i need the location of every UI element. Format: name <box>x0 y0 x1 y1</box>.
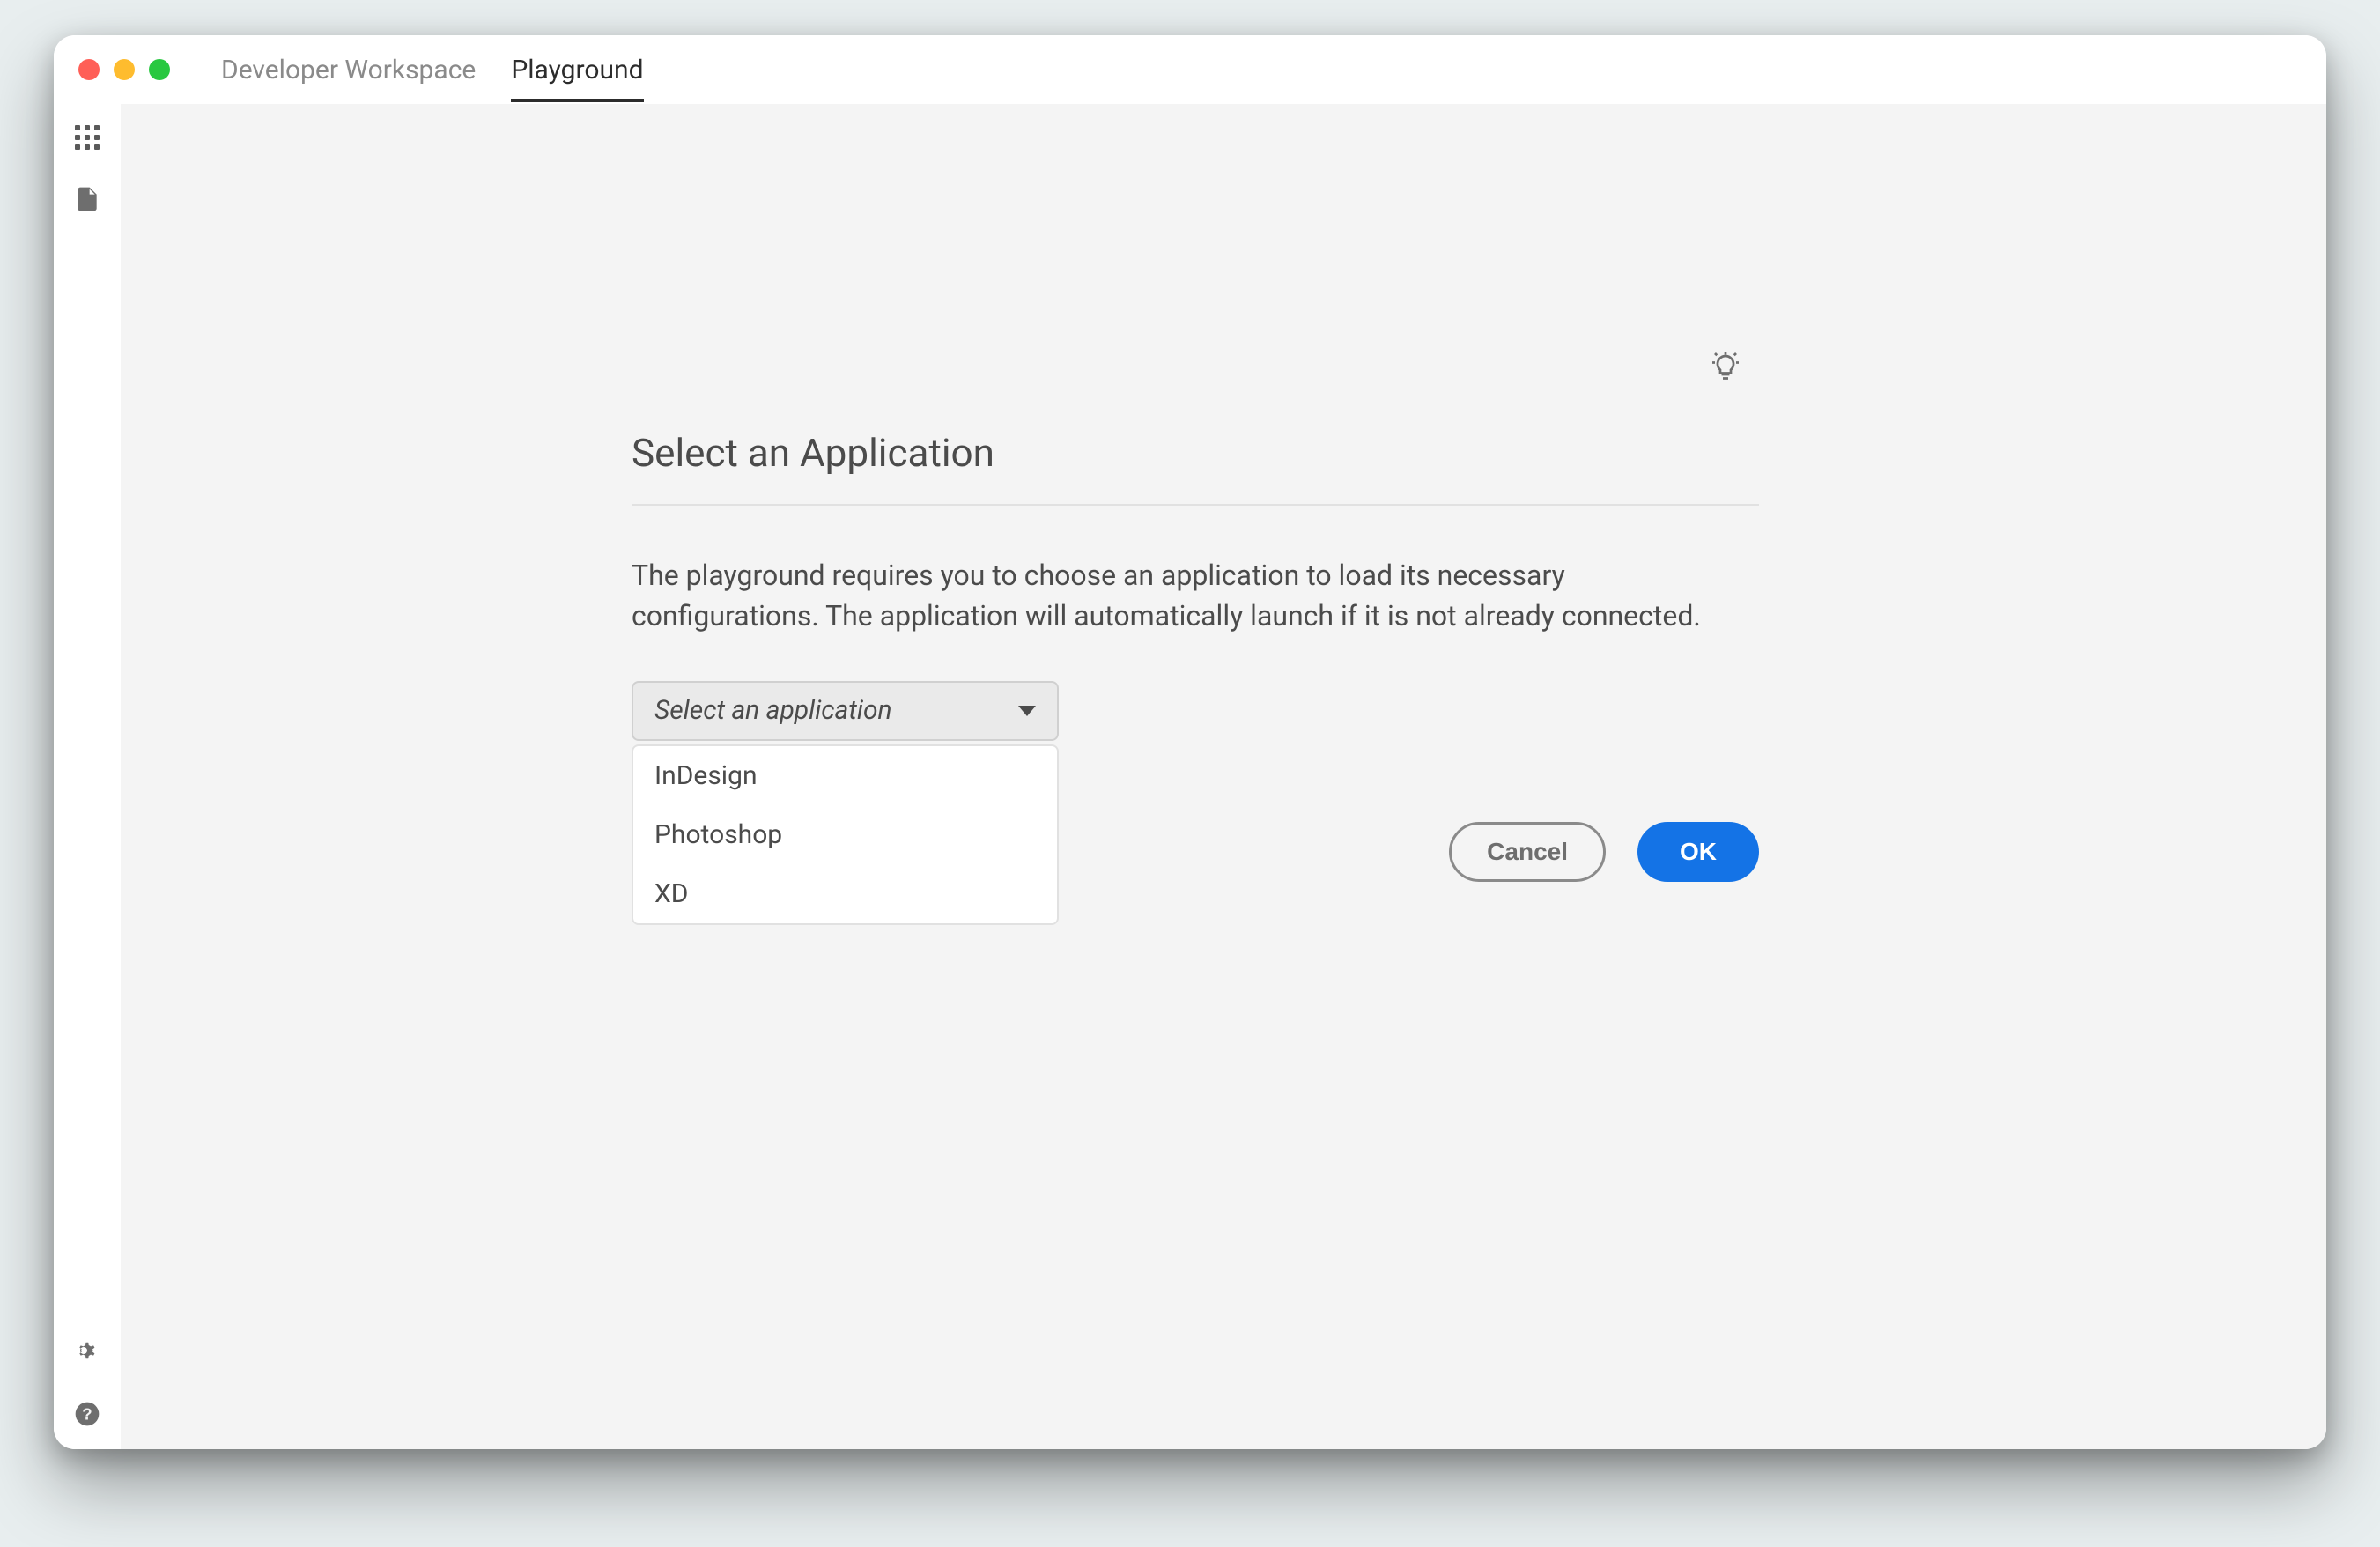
ok-button[interactable]: OK <box>1637 822 1759 882</box>
titlebar: Developer Workspace Playground <box>54 35 2326 104</box>
application-dropdown: InDesign Photoshop XD <box>632 744 1059 925</box>
maximize-window-button[interactable] <box>149 59 170 80</box>
main-content: Select an Application The playground req… <box>121 104 2326 1449</box>
tab-playground[interactable]: Playground <box>511 39 643 101</box>
chevron-down-icon <box>1018 706 1036 716</box>
option-indesign[interactable]: InDesign <box>633 746 1057 805</box>
cancel-button[interactable]: Cancel <box>1449 822 1606 882</box>
lightbulb-icon[interactable] <box>1710 351 1741 386</box>
file-icon[interactable] <box>73 185 101 213</box>
tab-developer-workspace[interactable]: Developer Workspace <box>221 39 476 101</box>
svg-text:?: ? <box>82 1405 92 1424</box>
select-placeholder: Select an application <box>654 695 892 726</box>
option-photoshop[interactable]: Photoshop <box>633 805 1057 864</box>
app-window: Developer Workspace Playground <box>54 35 2326 1449</box>
minimize-window-button[interactable] <box>114 59 135 80</box>
option-xd[interactable]: XD <box>633 864 1057 923</box>
application-select-wrap: Select an application InDesign Photoshop… <box>632 681 1059 741</box>
window-controls <box>78 59 170 80</box>
close-window-button[interactable] <box>78 59 100 80</box>
sidebar: ? <box>54 104 121 1449</box>
dialog-title: Select an Application <box>632 430 1759 476</box>
header-tabs: Developer Workspace Playground <box>221 39 644 101</box>
dialog-description: The playground requires you to choose an… <box>632 555 1759 637</box>
body-area: ? Select an Application <box>54 104 2326 1449</box>
application-select[interactable]: Select an application <box>632 681 1059 741</box>
help-icon[interactable]: ? <box>73 1400 101 1428</box>
select-application-dialog: Select an Application The playground req… <box>632 430 1759 741</box>
apps-grid-icon[interactable] <box>75 125 100 150</box>
dialog-buttons: Cancel OK <box>1449 822 1759 882</box>
divider <box>632 504 1759 506</box>
gear-icon[interactable] <box>73 1336 101 1365</box>
